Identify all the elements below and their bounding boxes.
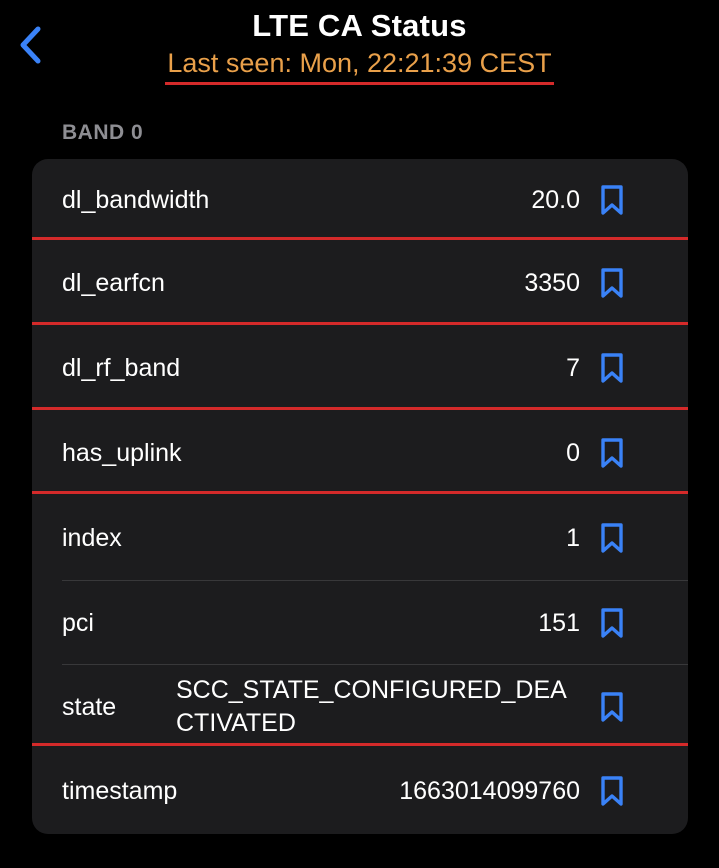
row-label: pci [62, 608, 94, 637]
bookmark-icon[interactable] [600, 267, 624, 299]
row-label: has_uplink [62, 438, 182, 467]
row-dl-rf-band: dl_rf_band 7 [32, 327, 688, 409]
page-title: LTE CA Status [252, 8, 467, 43]
row-has-uplink: has_uplink 0 [32, 412, 688, 494]
row-value: 0 [566, 438, 580, 467]
row-label: dl_rf_band [62, 353, 181, 382]
row-dl-bandwidth: dl_bandwidth 20.0 [32, 159, 688, 241]
bookmark-icon[interactable] [600, 184, 624, 216]
row-value: 7 [566, 353, 580, 382]
red-underline [32, 743, 688, 746]
row-state: state SCC_STATE_CONFIGURED_DEACTIVATED [32, 665, 688, 749]
row-value: 20.0 [531, 185, 580, 214]
row-label: timestamp [62, 776, 178, 805]
row-value: 3350 [524, 268, 580, 297]
section-header: BAND 0 [62, 121, 144, 144]
last-seen-text: Last seen: Mon, 22:21:39 CEST [165, 48, 554, 85]
bookmark-icon[interactable] [600, 691, 624, 723]
bookmark-icon[interactable] [600, 775, 624, 807]
row-value: SCC_STATE_CONFIGURED_DEACTIVATED [176, 676, 567, 737]
bookmark-icon[interactable] [600, 607, 624, 639]
red-underline [32, 491, 688, 494]
row-index: index 1 [32, 496, 688, 580]
row-label: state [62, 692, 117, 721]
bookmark-icon[interactable] [600, 437, 624, 469]
row-value: 1663014099760 [399, 776, 580, 805]
bookmark-icon[interactable] [600, 522, 624, 554]
screen: LTE CA Status Last seen: Mon, 22:21:39 C… [0, 0, 719, 868]
row-timestamp: timestamp 1663014099760 [32, 749, 688, 833]
row-pci: pci 151 [32, 581, 688, 665]
row-label: dl_earfcn [62, 268, 165, 297]
red-underline [32, 407, 688, 410]
row-value: 1 [566, 523, 580, 552]
row-label: dl_bandwidth [62, 185, 210, 214]
row-value: 151 [538, 608, 580, 637]
row-label: index [62, 523, 122, 552]
band-card: dl_bandwidth 20.0 dl_earfcn 3350 dl_rf_b… [32, 159, 688, 834]
red-underline [32, 237, 688, 240]
nav-header: LTE CA Status Last seen: Mon, 22:21:39 C… [0, 0, 719, 100]
row-dl-earfcn: dl_earfcn 3350 [32, 243, 688, 323]
last-seen-subtitle: Last seen: Mon, 22:21:39 CEST [0, 48, 719, 85]
bookmark-icon[interactable] [600, 352, 624, 384]
red-underline [32, 322, 688, 325]
